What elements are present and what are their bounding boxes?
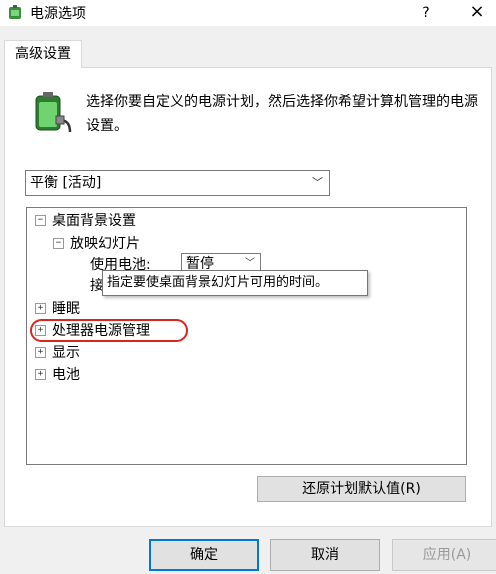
ok-button[interactable]: 确定 <box>149 539 259 571</box>
tree-node-display[interactable]: + 显示 <box>35 343 80 363</box>
tree-node-label: 桌面背景设置 <box>52 213 136 229</box>
tree-node-label: 电池 <box>52 367 80 383</box>
expand-icon[interactable]: + <box>35 302 46 314</box>
cancel-button[interactable]: 取消 <box>270 539 380 571</box>
power-plan-dropdown[interactable]: 平衡 [活动] ﹀ <box>25 170 330 196</box>
expand-icon[interactable]: + <box>35 346 46 358</box>
battery-plug-icon <box>35 92 72 133</box>
tree-node-battery[interactable]: + 电池 <box>35 365 80 385</box>
title-bar: 电源选项 ? × <box>0 0 496 26</box>
settings-tree[interactable]: − 桌面背景设置 − 放映幻灯片 使用电池: 暂停 ﹀ 接 + 睡眠 + 处理器电源管理… <box>26 207 467 465</box>
tree-node-processor-power[interactable]: + 处理器电源管理 <box>35 321 150 341</box>
help-button[interactable]: ? <box>412 0 440 26</box>
expand-icon[interactable]: + <box>35 324 46 336</box>
chevron-down-icon: ﹀ <box>312 176 323 189</box>
tree-node-sleep[interactable]: + 睡眠 <box>35 299 80 319</box>
tree-node-desktop-background[interactable]: − 桌面背景设置 <box>35 211 136 231</box>
restore-defaults-button[interactable]: 还原计划默认值(R) <box>257 476 466 502</box>
power-options-app-icon <box>9 5 21 19</box>
tree-node-label: 显示 <box>52 345 80 361</box>
tooltip: 指定要使桌面背景幻灯片可用的时间。 <box>102 270 368 296</box>
tree-node-label: 睡眠 <box>52 301 80 317</box>
description-text: 选择你要自定义的电源计划，然后选择你希望计算机管理的电源设置。 <box>86 94 478 134</box>
tab-advanced-settings[interactable]: 高级设置 <box>4 40 82 68</box>
window-title: 电源选项 <box>30 6 86 22</box>
collapse-icon[interactable]: − <box>53 237 64 249</box>
collapse-icon[interactable]: − <box>35 214 46 226</box>
close-button[interactable]: × <box>458 0 496 26</box>
expand-icon[interactable]: + <box>35 368 46 380</box>
power-plan-value: 平衡 [活动] <box>30 175 102 191</box>
tree-node-label: 处理器电源管理 <box>52 323 150 339</box>
tree-node-label: 放映幻灯片 <box>70 236 140 252</box>
apply-button[interactable]: 应用(A) <box>392 539 496 571</box>
tree-node-slideshow[interactable]: − 放映幻灯片 <box>53 234 140 254</box>
